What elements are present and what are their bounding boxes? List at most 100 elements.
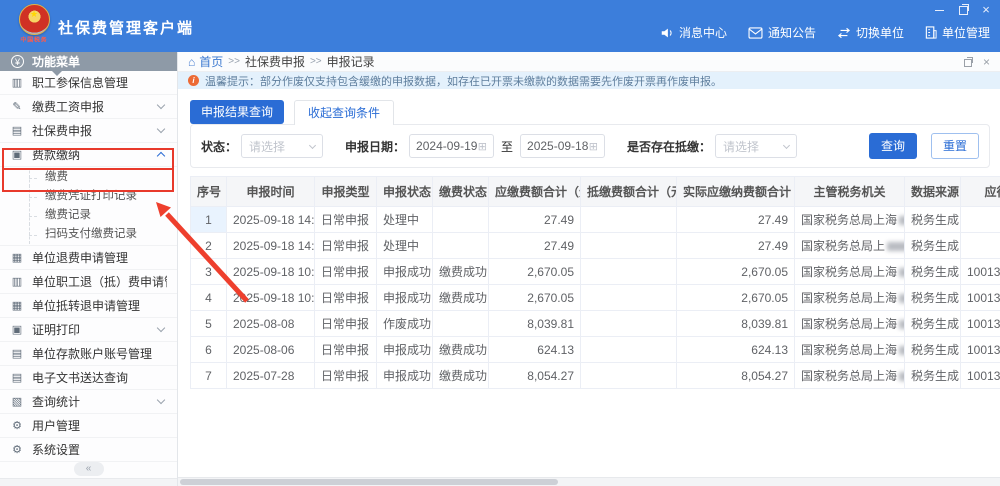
sidebar: ¥ 功能菜单 ▥职工参保信息管理✎缴费工资申报▤社保费申报▣费款缴纳缴费缴费凭证… <box>0 52 178 486</box>
sidebar-item[interactable]: ▤单位存款账户账号管理 <box>0 342 177 366</box>
close-button[interactable]: × <box>980 4 992 15</box>
building-icon <box>925 26 937 39</box>
horizontal-scrollbar[interactable] <box>178 477 1000 486</box>
sidebar-item[interactable]: ▦单位抵转退申请管理 <box>0 294 177 318</box>
redacted-text <box>899 294 904 303</box>
cell-pay_status <box>433 207 489 233</box>
cell-authority: 国家税务总局上务局 <box>795 233 905 259</box>
breadcrumb-home-link[interactable]: 首页 <box>199 53 223 70</box>
table-row[interactable]: 32025-09-18 10:14:02日常申报申报成功缴费成功2,670.05… <box>191 259 1000 285</box>
offset-select[interactable]: 请选择 <box>715 134 797 158</box>
query-button[interactable]: 查询 <box>869 133 917 159</box>
cell-pay_status: 缴费成功 <box>433 363 489 389</box>
sidebar-item[interactable]: ▥职工参保信息管理 <box>0 71 177 95</box>
sidebar-collapse-button[interactable]: « <box>74 462 104 476</box>
cell-time: 2025-09-18 10:13:35 <box>227 285 315 311</box>
cell-no: 4 <box>191 285 227 311</box>
cell-actual: 8,054.27 <box>677 363 795 389</box>
minimize-button[interactable] <box>934 4 946 15</box>
cell-authority: 国家税务总局上海务局 <box>795 259 905 285</box>
cell-pay_status: 缴费成功 <box>433 337 489 363</box>
brand-text: 中国税务 <box>16 36 52 45</box>
cell-pay_status: 缴费成功 <box>433 259 489 285</box>
panel-restore-icon[interactable] <box>964 57 973 66</box>
cell-cert: 100131 <box>961 363 1000 389</box>
column-header: 应征 <box>961 177 1000 207</box>
sidebar-subitem[interactable]: 扫码支付缴费记录 <box>0 225 177 244</box>
sidebar-item[interactable]: ▤电子文书送达查询 <box>0 366 177 390</box>
sidebar-subitem[interactable]: 缴费凭证打印记录 <box>0 187 177 206</box>
cell-no: 5 <box>191 311 227 337</box>
redacted-text <box>887 242 904 251</box>
message-center-button[interactable]: 消息中心 <box>660 24 727 41</box>
sidebar-item[interactable]: ⚙用户管理 <box>0 414 177 438</box>
date-from-input[interactable]: 2024-09-19 ⊞ <box>409 134 494 158</box>
cell-time: 2025-09-18 10:14:02 <box>227 259 315 285</box>
menu-badge-icon: ¥ <box>11 55 24 68</box>
cell-payable: 2,670.05 <box>489 285 581 311</box>
table-icon: ▦ <box>10 299 24 312</box>
content-panel: 申报结果查询 收起查询条件 状态： 请选择 申报日期： 2024-09-19 ⊞ <box>178 89 1000 486</box>
unit-management-button[interactable]: 单位管理 <box>925 24 990 41</box>
sidebar-subitem[interactable]: 缴费 <box>0 168 177 187</box>
cell-type: 日常申报 <box>315 337 377 363</box>
account-icon: ▤ <box>10 347 24 360</box>
info-icon: i <box>188 75 199 86</box>
sidebar-item[interactable]: ⚙系统设置 <box>0 438 177 462</box>
cell-time: 2025-07-28 <box>227 363 315 389</box>
panel-close-icon[interactable]: × <box>983 57 990 67</box>
notice-button[interactable]: 通知公告 <box>748 24 816 41</box>
table-body: 12025-09-18 14:09:25日常申报处理中27.4927.49国家税… <box>191 207 1000 389</box>
sidebar-header: ¥ 功能菜单 <box>0 52 177 71</box>
sidebar-item[interactable]: ▣证明打印 <box>0 318 177 342</box>
cell-payable: 8,054.27 <box>489 363 581 389</box>
sidebar-item[interactable]: ▣费款缴纳 <box>0 143 177 167</box>
column-header: 申报状态 <box>377 177 433 207</box>
table-row[interactable]: 72025-07-28日常申报申报成功缴费成功8,054.278,054.27国… <box>191 363 1000 389</box>
table-row[interactable]: 52025-08-08日常申报作废成功8,039.818,039.81国家税务总… <box>191 311 1000 337</box>
scrollbar-thumb[interactable] <box>180 479 558 485</box>
cell-source: 税务生成 <box>905 259 961 285</box>
switch-unit-button[interactable]: 切换单位 <box>837 24 904 41</box>
cell-payable: 27.49 <box>489 207 581 233</box>
speaker-icon <box>660 26 674 40</box>
records-table: 序号申报时间申报类型申报状态缴费状态应缴费额合计（元）抵缴费额合计（元）实际应缴… <box>190 176 1000 389</box>
sidebar-item[interactable]: ▧查询统计 <box>0 390 177 414</box>
home-icon: ⌂ <box>188 55 195 69</box>
status-select[interactable]: 请选择 <box>241 134 323 158</box>
id-card-icon: ▥ <box>10 76 24 89</box>
printer-icon: ▤ <box>10 371 24 384</box>
breadcrumb-separator: >> <box>228 56 240 67</box>
sidebar-subitem[interactable]: 缴费记录 <box>0 206 177 225</box>
cell-time: 2025-09-18 14:02:38 <box>227 233 315 259</box>
cell-payable: 27.49 <box>489 233 581 259</box>
cell-declare_status: 申报成功 <box>377 337 433 363</box>
collapse-query-tab[interactable]: 收起查询条件 <box>294 100 394 125</box>
result-query-button[interactable]: 申报结果查询 <box>190 100 284 124</box>
table-row[interactable]: 42025-09-18 10:13:35日常申报申报成功缴费成功2,670.05… <box>191 285 1000 311</box>
sidebar-item[interactable]: ▥单位职工退（抵）费申请管理 <box>0 270 177 294</box>
redacted-text <box>899 372 904 381</box>
reset-button[interactable]: 重置 <box>931 133 979 159</box>
sidebar-item-label: 费款缴纳 <box>32 146 150 163</box>
maximize-button[interactable] <box>957 4 969 15</box>
cell-cert: 100131 <box>961 285 1000 311</box>
table-row[interactable]: 62025-08-06日常申报申报成功缴费成功624.13624.13国家税务总… <box>191 337 1000 363</box>
table-row[interactable]: 22025-09-18 14:02:38日常申报处理中27.4927.49国家税… <box>191 233 1000 259</box>
topbar-label: 消息中心 <box>679 24 727 41</box>
offset-label: 是否存在抵缴： <box>627 138 711 155</box>
records-table-wrap: 序号申报时间申报类型申报状态缴费状态应缴费额合计（元）抵缴费额合计（元）实际应缴… <box>190 176 1000 389</box>
sidebar-item[interactable]: ▤社保费申报 <box>0 119 177 143</box>
cell-offset <box>581 207 677 233</box>
sidebar-item[interactable]: ✎缴费工资申报 <box>0 95 177 119</box>
date-to-input[interactable]: 2025-09-18 ⊞ <box>520 134 605 158</box>
date-from-value: 2024-09-19 <box>416 139 477 153</box>
table-row[interactable]: 12025-09-18 14:09:25日常申报处理中27.4927.49国家税… <box>191 207 1000 233</box>
chevron-down-icon <box>309 141 316 148</box>
cell-time: 2025-09-18 14:09:25 <box>227 207 315 233</box>
redacted-text <box>899 346 904 355</box>
column-header: 申报时间 <box>227 177 315 207</box>
cell-no: 7 <box>191 363 227 389</box>
sidebar-item[interactable]: ▦单位退费申请管理 <box>0 246 177 270</box>
main-area: ⌂ 首页 >> 社保费申报 >> 申报记录 × i 温馨提示：部分作废仅支持包含… <box>178 52 1000 486</box>
